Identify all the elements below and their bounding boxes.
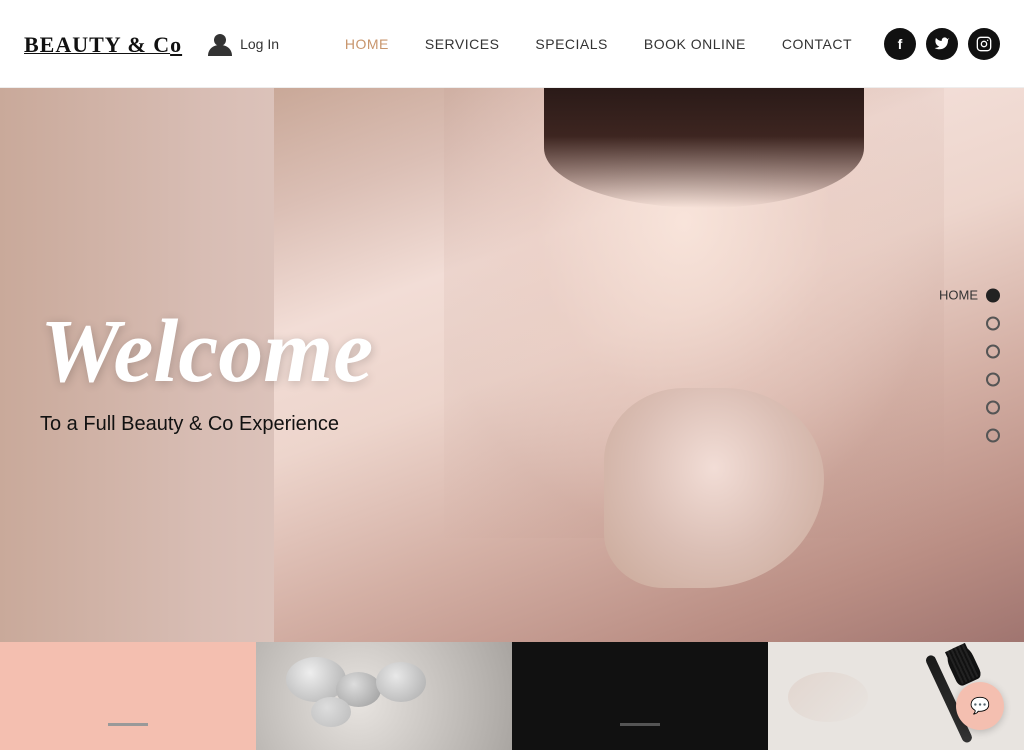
chat-button[interactable]: 💬 xyxy=(956,682,1004,730)
hero-section: Welcome To a Full Beauty & Co Experience… xyxy=(0,88,1024,642)
nav-contact[interactable]: CONTACT xyxy=(782,36,852,52)
bristles xyxy=(945,643,980,685)
side-nav-item-1[interactable]: HOME xyxy=(939,288,1000,303)
side-nav-dot-1[interactable] xyxy=(986,288,1000,302)
hero-welcome-text: Welcome xyxy=(40,307,373,397)
strip-panel-2[interactable] xyxy=(256,642,512,750)
side-navigation: HOME xyxy=(939,288,1000,443)
side-nav-label-home: HOME xyxy=(939,288,978,303)
side-nav-item-3[interactable] xyxy=(986,345,1000,359)
site-header: BEAUTY & Co Log In HOME SERVICES SPECIAL… xyxy=(0,0,1024,88)
strip-panel-3[interactable] xyxy=(512,642,768,750)
instagram-symbol xyxy=(976,36,992,52)
social-icons: f xyxy=(884,28,1000,60)
side-nav-item-6[interactable] xyxy=(986,429,1000,443)
strip-dash-1 xyxy=(108,723,148,726)
main-nav: HOME SERVICES SPECIALS BOOK ONLINE CONTA… xyxy=(345,36,852,52)
twitter-bird xyxy=(934,36,950,52)
nav-services[interactable]: SERVICES xyxy=(425,36,500,52)
chat-icon: 💬 xyxy=(970,696,990,716)
logo-underline: o xyxy=(170,32,182,57)
side-nav-dot-4[interactable] xyxy=(986,373,1000,387)
mascara-brush xyxy=(943,642,983,687)
side-nav-item-5[interactable] xyxy=(986,401,1000,415)
facebook-icon[interactable]: f xyxy=(884,28,916,60)
nav-specials[interactable]: SPECIALS xyxy=(535,36,607,52)
user-icon xyxy=(206,30,234,58)
hero-subtitle: To a Full Beauty & Co Experience xyxy=(40,413,373,436)
side-nav-item-2[interactable] xyxy=(986,317,1000,331)
side-nav-item-4[interactable] xyxy=(986,373,1000,387)
login-area[interactable]: Log In xyxy=(206,30,279,58)
strip-dash-3 xyxy=(620,723,660,726)
side-nav-dot-2[interactable] xyxy=(986,317,1000,331)
side-nav-dot-5[interactable] xyxy=(986,401,1000,415)
logo-text: BEAUTY & C xyxy=(24,32,170,57)
stone-tiny xyxy=(311,697,351,727)
stone-small xyxy=(376,662,426,702)
nav-book-online[interactable]: BOOK ONLINE xyxy=(644,36,746,52)
hero-hair-top xyxy=(544,88,864,208)
twitter-icon[interactable] xyxy=(926,28,958,60)
hero-content: Welcome To a Full Beauty & Co Experience xyxy=(40,307,373,436)
side-nav-dot-3[interactable] xyxy=(986,345,1000,359)
strip-panel-1[interactable] xyxy=(0,642,256,750)
login-label: Log In xyxy=(240,36,279,52)
instagram-icon[interactable] xyxy=(968,28,1000,60)
nav-home[interactable]: HOME xyxy=(345,36,389,52)
site-logo[interactable]: BEAUTY & Co xyxy=(24,29,182,59)
cosmetic-item xyxy=(788,672,868,722)
bottom-strip xyxy=(0,642,1024,750)
side-nav-dot-6[interactable] xyxy=(986,429,1000,443)
